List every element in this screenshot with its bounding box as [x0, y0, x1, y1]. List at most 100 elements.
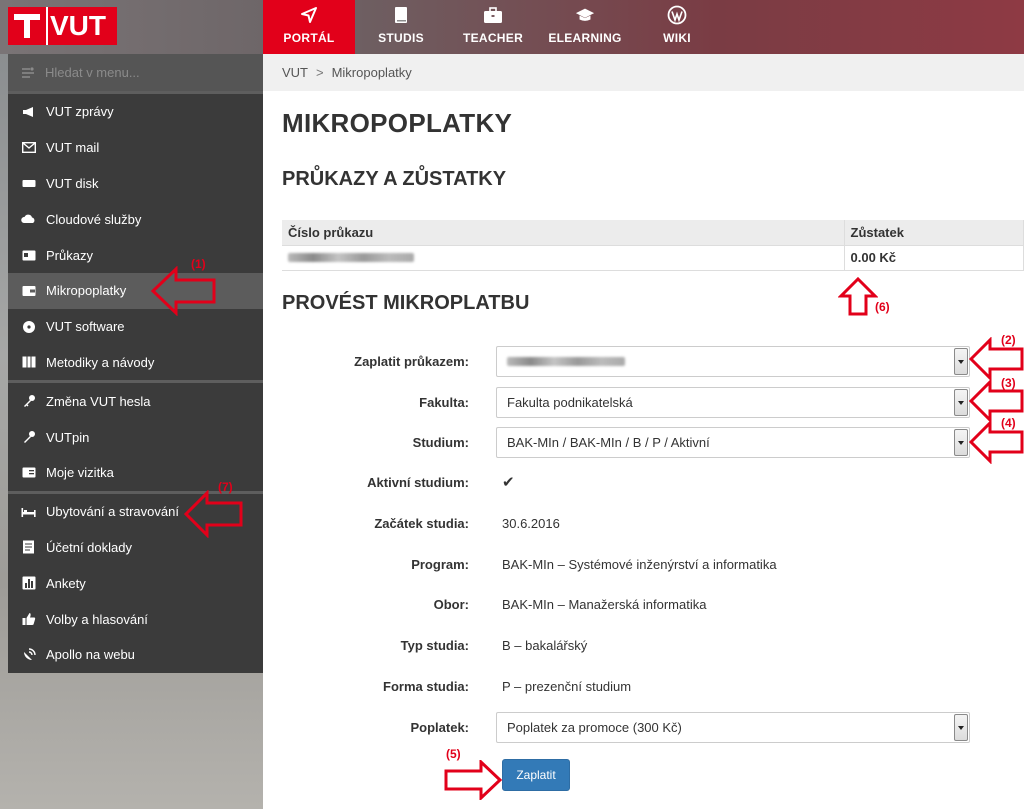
- sidebar-item-label: VUT disk: [46, 175, 99, 191]
- card-label: Zaplatit průkazem:: [354, 354, 469, 369]
- sidebar-item-apollo[interactable]: Apollo na webu: [8, 636, 263, 673]
- checkmark-icon: ✔: [502, 474, 515, 491]
- sidebar-item-label: Cloudové služby: [46, 211, 142, 227]
- sidebar-item-mikropoplatky[interactable]: Mikropoplatky: [8, 272, 263, 309]
- active-study-label: Aktivní studium:: [367, 475, 469, 490]
- pin-key-icon: [21, 430, 36, 444]
- redacted-card-number: [288, 253, 414, 262]
- annotation-label-7: (7): [218, 480, 233, 494]
- wordpress-icon: [667, 5, 687, 25]
- field-label: Obor:: [433, 597, 469, 612]
- study-type-value: B – bakalářský: [502, 638, 588, 653]
- column-header-card-number: Číslo průkazu: [282, 220, 845, 246]
- nav-portal[interactable]: PORTÁL: [263, 0, 355, 54]
- sidebar-item-label: Mikropoplatky: [46, 283, 127, 299]
- form-row-study: Studium: BAK-MIn / BAK-MIn / B / P / Akt…: [282, 427, 1024, 459]
- chevron-down-icon: [954, 429, 968, 456]
- sidebar-item-vut-software[interactable]: VUT software: [8, 308, 263, 345]
- megaphone-icon: [21, 105, 36, 119]
- sidebar-item-label: VUTpin: [46, 429, 90, 445]
- sidebar-item-label: Moje vizitka: [46, 465, 114, 481]
- pay-button[interactable]: Zaplatit: [502, 759, 570, 791]
- sidebar-item-cloudove-sluzby[interactable]: Cloudové služby: [8, 201, 263, 238]
- page-title: MIKROPOPLATKY: [282, 108, 513, 138]
- sidebar-item-label: VUT zprávy: [46, 104, 114, 120]
- breadcrumb: VUT > Mikropoplatky: [263, 54, 1024, 91]
- nav-teacher[interactable]: TEACHER: [447, 0, 539, 54]
- study-type-label: Typ studia:: [400, 638, 469, 653]
- sidebar-item-vut-zpravy[interactable]: VUT zprávy: [8, 94, 263, 130]
- annotation-label-6: (6): [875, 300, 890, 314]
- drive-icon: [21, 176, 36, 190]
- study-start-label: Začátek studia:: [374, 516, 469, 531]
- fee-select[interactable]: Poplatek za promoce (300 Kč): [496, 712, 970, 743]
- field-value: BAK-MIn – Manažerská informatika: [502, 597, 707, 612]
- form-row-fee: Poplatek: Poplatek za promoce (300 Kč): [282, 712, 1024, 744]
- logo-divider: [46, 7, 48, 45]
- cards-table: Číslo průkazu Zůstatek 0.00 Kč: [282, 220, 1024, 271]
- form-row-active: Aktivní studium: ✔: [282, 467, 1024, 499]
- columns-icon: [21, 355, 36, 369]
- breadcrumb-separator: >: [316, 65, 324, 80]
- chevron-down-icon: [954, 348, 968, 375]
- redacted-card-value: [507, 357, 625, 366]
- logo-t-mark: [8, 7, 46, 45]
- sidebar-item-label: Metodiky a návody: [46, 354, 155, 370]
- sidebar-item-vut-disk[interactable]: VUT disk: [8, 165, 263, 202]
- nav-studis[interactable]: STUDIS: [355, 0, 447, 54]
- sidebar-item-label: Ubytování a stravování: [46, 504, 179, 520]
- vcard-icon: [21, 466, 36, 480]
- nav-elearning[interactable]: ELEARNING: [539, 0, 631, 54]
- cards-heading: PRŮKAZY A ZŮSTATKY: [282, 168, 507, 190]
- sidebar-item-ankety[interactable]: Ankety: [8, 565, 263, 602]
- breadcrumb-current: Mikropoplatky: [331, 65, 412, 80]
- card-select[interactable]: [496, 346, 970, 377]
- sidebar-item-vut-mail[interactable]: VUT mail: [8, 129, 263, 166]
- study-form-label: Forma studia:: [383, 679, 469, 694]
- annotation-arrow-6: [838, 277, 878, 316]
- sidebar-item-volby[interactable]: Volby a hlasování: [8, 601, 263, 637]
- breadcrumb-root-link[interactable]: VUT: [282, 65, 308, 80]
- sidebar-item-label: Ankety: [46, 575, 86, 591]
- faculty-select[interactable]: Fakulta podnikatelská: [496, 387, 970, 418]
- vut-logo[interactable]: VUT: [8, 7, 117, 45]
- book-icon: [391, 5, 411, 25]
- navigation-arrow-icon: [299, 5, 319, 25]
- annotation-label-4: (4): [1001, 416, 1016, 430]
- nav-wiki[interactable]: WIKI: [631, 0, 723, 54]
- sidebar-item-label: Volby a hlasování: [46, 611, 148, 627]
- nav-label: ELEARNING: [548, 31, 622, 45]
- form-row-start: Začátek studia: 30.6.2016: [282, 508, 1024, 540]
- sidebar-item-vutpin[interactable]: VUTpin: [8, 419, 263, 455]
- faculty-label: Fakulta:: [419, 395, 469, 410]
- nav-label: PORTÁL: [283, 31, 335, 45]
- chevron-down-icon: [954, 714, 968, 741]
- sidebar-item-zmena-hesla[interactable]: Změna VUT hesla: [8, 383, 263, 420]
- fee-label: Poplatek:: [410, 720, 469, 735]
- form-row-form: Forma studia: P – prezenční studium: [282, 671, 1024, 703]
- sidebar-item-label: Změna VUT hesla: [46, 393, 151, 409]
- top-navigation: PORTÁL STUDIS TEACHER ELEARNING WIKI: [263, 0, 723, 54]
- id-card-icon: [21, 248, 36, 262]
- study-start-value: 30.6.2016: [502, 516, 560, 531]
- sidebar-item-prukazy[interactable]: Průkazy: [8, 237, 263, 273]
- form-row-faculty: Fakulta: Fakulta podnikatelská: [282, 387, 1024, 419]
- document-icon: [21, 540, 36, 554]
- graduation-cap-icon: [575, 5, 595, 25]
- sidebar-item-label: VUT software: [46, 319, 125, 335]
- program-value: BAK-MIn – Systémové inženýrství a inform…: [502, 557, 777, 572]
- menu-search-input[interactable]: Hledat v menu...: [8, 54, 263, 91]
- study-form-value: P – prezenční studium: [502, 679, 632, 694]
- sidebar-item-metodiky[interactable]: Metodiky a návody: [8, 344, 263, 381]
- annotation-label-2: (2): [1001, 333, 1016, 347]
- search-placeholder: Hledat v menu...: [45, 65, 140, 80]
- key-icon: [21, 394, 36, 408]
- cloud-icon: [21, 212, 36, 226]
- fee-selected-value: Poplatek za promoce (300 Kč): [507, 720, 682, 735]
- briefcase-icon: [483, 5, 503, 25]
- bed-icon: [21, 505, 36, 519]
- sidebar-item-label: Účetní doklady: [46, 539, 132, 555]
- study-select[interactable]: BAK-MIn / BAK-MIn / B / P / Aktivní: [496, 427, 970, 458]
- annotation-arrow-7: [183, 490, 243, 538]
- annotation-label-5: (5): [446, 747, 461, 761]
